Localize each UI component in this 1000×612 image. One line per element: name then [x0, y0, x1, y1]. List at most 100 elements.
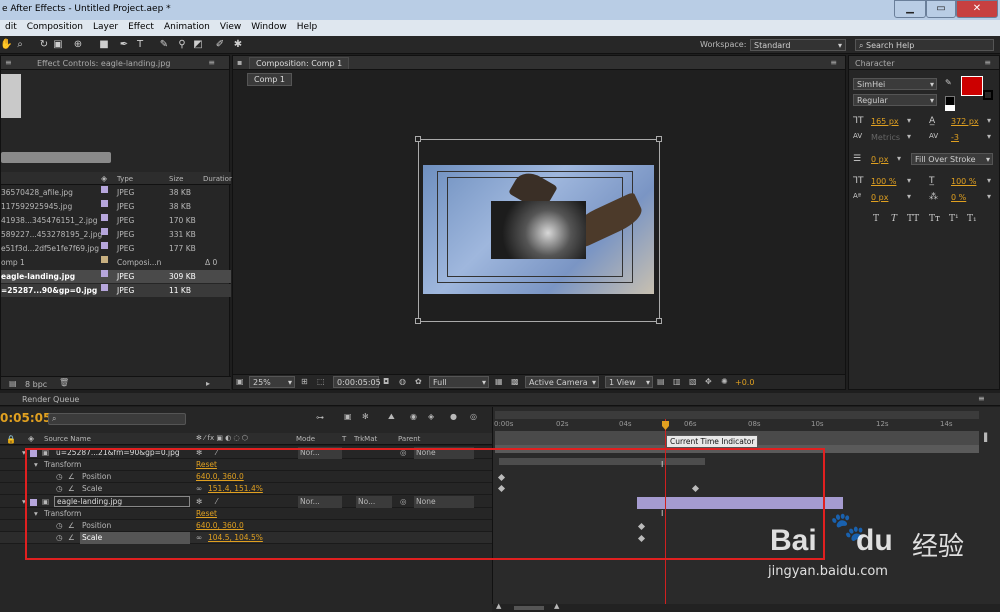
view-layout-select[interactable]: 1 View ▾ [605, 376, 653, 388]
comp-subtab[interactable]: Comp 1 [247, 73, 292, 86]
toggle-pixel-icon[interactable]: ▤ [657, 377, 665, 386]
kerning-value[interactable]: Metrics [871, 133, 900, 142]
stroke-color-swatch[interactable] [983, 90, 993, 100]
composition-tab[interactable]: Composition: Comp 1 [249, 57, 350, 69]
timeline-search-input[interactable]: ⌕ [48, 413, 186, 425]
puppet-tool-icon[interactable]: ✱ [232, 39, 244, 51]
panel-menu-icon[interactable]: ≡ [208, 58, 215, 67]
chevron-down-icon[interactable]: ▾ [987, 192, 991, 201]
baseline-shift-value[interactable]: 0 px [871, 193, 888, 202]
handle[interactable] [415, 318, 421, 324]
workspace-select[interactable]: Standard ▾ [750, 39, 846, 51]
snapshot-icon[interactable]: ◘ [383, 377, 389, 386]
menu-window[interactable]: Window [246, 20, 292, 32]
panel-menu-icon[interactable]: ≡ [978, 394, 985, 403]
hand-tool-icon[interactable]: ✋ [0, 39, 12, 51]
parent-header[interactable]: Parent [398, 435, 420, 443]
brush-tool-icon[interactable]: ✎ [158, 39, 170, 51]
hide-shy-icon[interactable]: ✻ [362, 412, 369, 421]
brainstorm-icon[interactable]: ◎ [470, 412, 477, 421]
timeline-zoom-bar[interactable]: ▲ ▲ [492, 602, 1000, 612]
list-item-selected[interactable]: eagle-landing.jpg JPEG 309 KB [1, 270, 231, 283]
timeline-timecode[interactable]: 0:05:05 [0, 411, 51, 425]
rotate-tool-icon[interactable]: ↻ [38, 39, 50, 51]
flowchart-icon[interactable]: ▤ [9, 379, 17, 388]
chevron-down-icon[interactable]: ▾ [987, 132, 991, 141]
t-header[interactable]: T [342, 435, 346, 443]
superscript-button[interactable]: T¹ [949, 214, 959, 224]
zoom-slider[interactable] [514, 606, 544, 610]
faux-italic-button[interactable]: T [891, 214, 897, 224]
effect-controls-tab[interactable]: Effect Controls: eagle-landing.jpg [37, 59, 170, 68]
resolution-select[interactable]: Full ▾ [429, 376, 489, 388]
fill-color-swatch[interactable] [961, 76, 983, 96]
zoom-tool-icon[interactable]: ⌕ [14, 39, 26, 51]
panel-menu-icon[interactable]: ≡ [5, 58, 12, 67]
type-column-header[interactable]: Type [117, 175, 133, 183]
current-time-indicator-head[interactable] [662, 421, 669, 430]
font-family-select[interactable]: SimHei ▾ [853, 78, 937, 90]
panel-menu-icon[interactable]: ≡ [830, 58, 837, 67]
list-item[interactable]: e51f3d...2df5e1fe7f69.jpg JPEG 177 KB [1, 242, 231, 255]
list-item[interactable]: omp 1 Composi...n Δ 0 [1, 256, 231, 269]
speech-icon[interactable]: ● [450, 412, 457, 421]
pan-behind-tool-icon[interactable]: ⊕ [72, 39, 84, 51]
chevron-down-icon[interactable]: ▾ [907, 116, 911, 125]
roto-brush-tool-icon[interactable]: ✐ [214, 39, 226, 51]
menu-help[interactable]: Help [292, 20, 323, 32]
size-column-header[interactable]: Size [169, 175, 183, 183]
small-caps-button[interactable]: Tт [929, 214, 940, 224]
lock-icon[interactable]: ▪ [237, 58, 242, 67]
white-swatch[interactable] [945, 105, 955, 111]
search-help-input[interactable]: ⌕ Search Help [855, 39, 994, 51]
motion-blur-icon[interactable]: ◉ [410, 412, 417, 421]
restore-button[interactable]: ▭ [926, 0, 956, 18]
show-snapshot-icon[interactable]: ◍ [399, 377, 406, 386]
panel-menu-icon[interactable]: ≡ [984, 58, 991, 67]
zoom-in-icon[interactable]: ▲ [554, 602, 559, 610]
bpc-toggle[interactable]: 8 bpc [25, 380, 47, 389]
safe-zones-icon[interactable]: ⊞ [301, 377, 308, 386]
handle[interactable] [656, 318, 662, 324]
menu-layer[interactable]: Layer [88, 20, 123, 32]
tracking-value[interactable]: -3 [951, 133, 959, 142]
type-tool-icon[interactable]: T [134, 39, 146, 51]
roi-icon[interactable]: ▦ [495, 377, 503, 386]
camera-select[interactable]: Active Camera ▾ [525, 376, 599, 388]
rectangle-tool-icon[interactable]: ■ [98, 39, 110, 51]
handle[interactable] [415, 136, 421, 142]
eyedropper-icon[interactable]: ✎ [945, 78, 952, 87]
minimize-button[interactable]: ▁ [894, 0, 926, 18]
leading-value[interactable]: 372 px [951, 117, 979, 126]
faux-bold-button[interactable]: T [873, 214, 879, 224]
stroke-type-select[interactable]: Fill Over Stroke ▾ [911, 153, 993, 165]
list-item[interactable]: 36570428_afile.jpg JPEG 38 KB [1, 186, 231, 199]
vertical-scale-value[interactable]: 100 % [871, 177, 896, 186]
menu-edit[interactable]: dit [0, 20, 22, 32]
tsume-value[interactable]: 0 % [951, 193, 966, 202]
chevron-down-icon[interactable]: ▾ [907, 176, 911, 185]
transparency-grid-icon[interactable]: ▩ [511, 377, 519, 386]
horizontal-scale-value[interactable]: 100 % [951, 177, 976, 186]
timeline-icon[interactable]: ▧ [689, 377, 697, 386]
list-item[interactable]: 589227...453278195_2.jpg JPEG 331 KB [1, 228, 231, 241]
zoom-select[interactable]: 25% ▾ [249, 376, 295, 388]
chevron-down-icon[interactable]: ▾ [907, 132, 911, 141]
timecode-display[interactable]: 0:00:05:05 [333, 376, 381, 388]
always-preview-icon[interactable]: ▣ [236, 377, 244, 386]
close-button[interactable]: ✕ [956, 0, 998, 18]
subscript-button[interactable]: T₁ [967, 214, 977, 224]
character-tab[interactable]: Character [855, 59, 895, 68]
list-item[interactable]: 117592925945.jpg JPEG 38 KB [1, 200, 231, 213]
eraser-tool-icon[interactable]: ◩ [192, 39, 204, 51]
menu-effect[interactable]: Effect [123, 20, 159, 32]
flowchart-icon[interactable]: ✥ [705, 377, 712, 386]
trash-icon[interactable]: 🗑 [59, 378, 69, 387]
source-name-header[interactable]: Source Name [44, 435, 91, 443]
work-area-navigator[interactable] [495, 411, 979, 419]
graph-editor-icon[interactable]: ◈ [428, 412, 434, 421]
trkmat-header[interactable]: TrkMat [354, 435, 377, 443]
list-item-selected[interactable]: =25287...90&gp=0.jpg JPEG 11 KB [1, 284, 231, 297]
stroke-width-value[interactable]: 0 px [871, 155, 888, 164]
menu-composition[interactable]: Composition [22, 20, 88, 32]
